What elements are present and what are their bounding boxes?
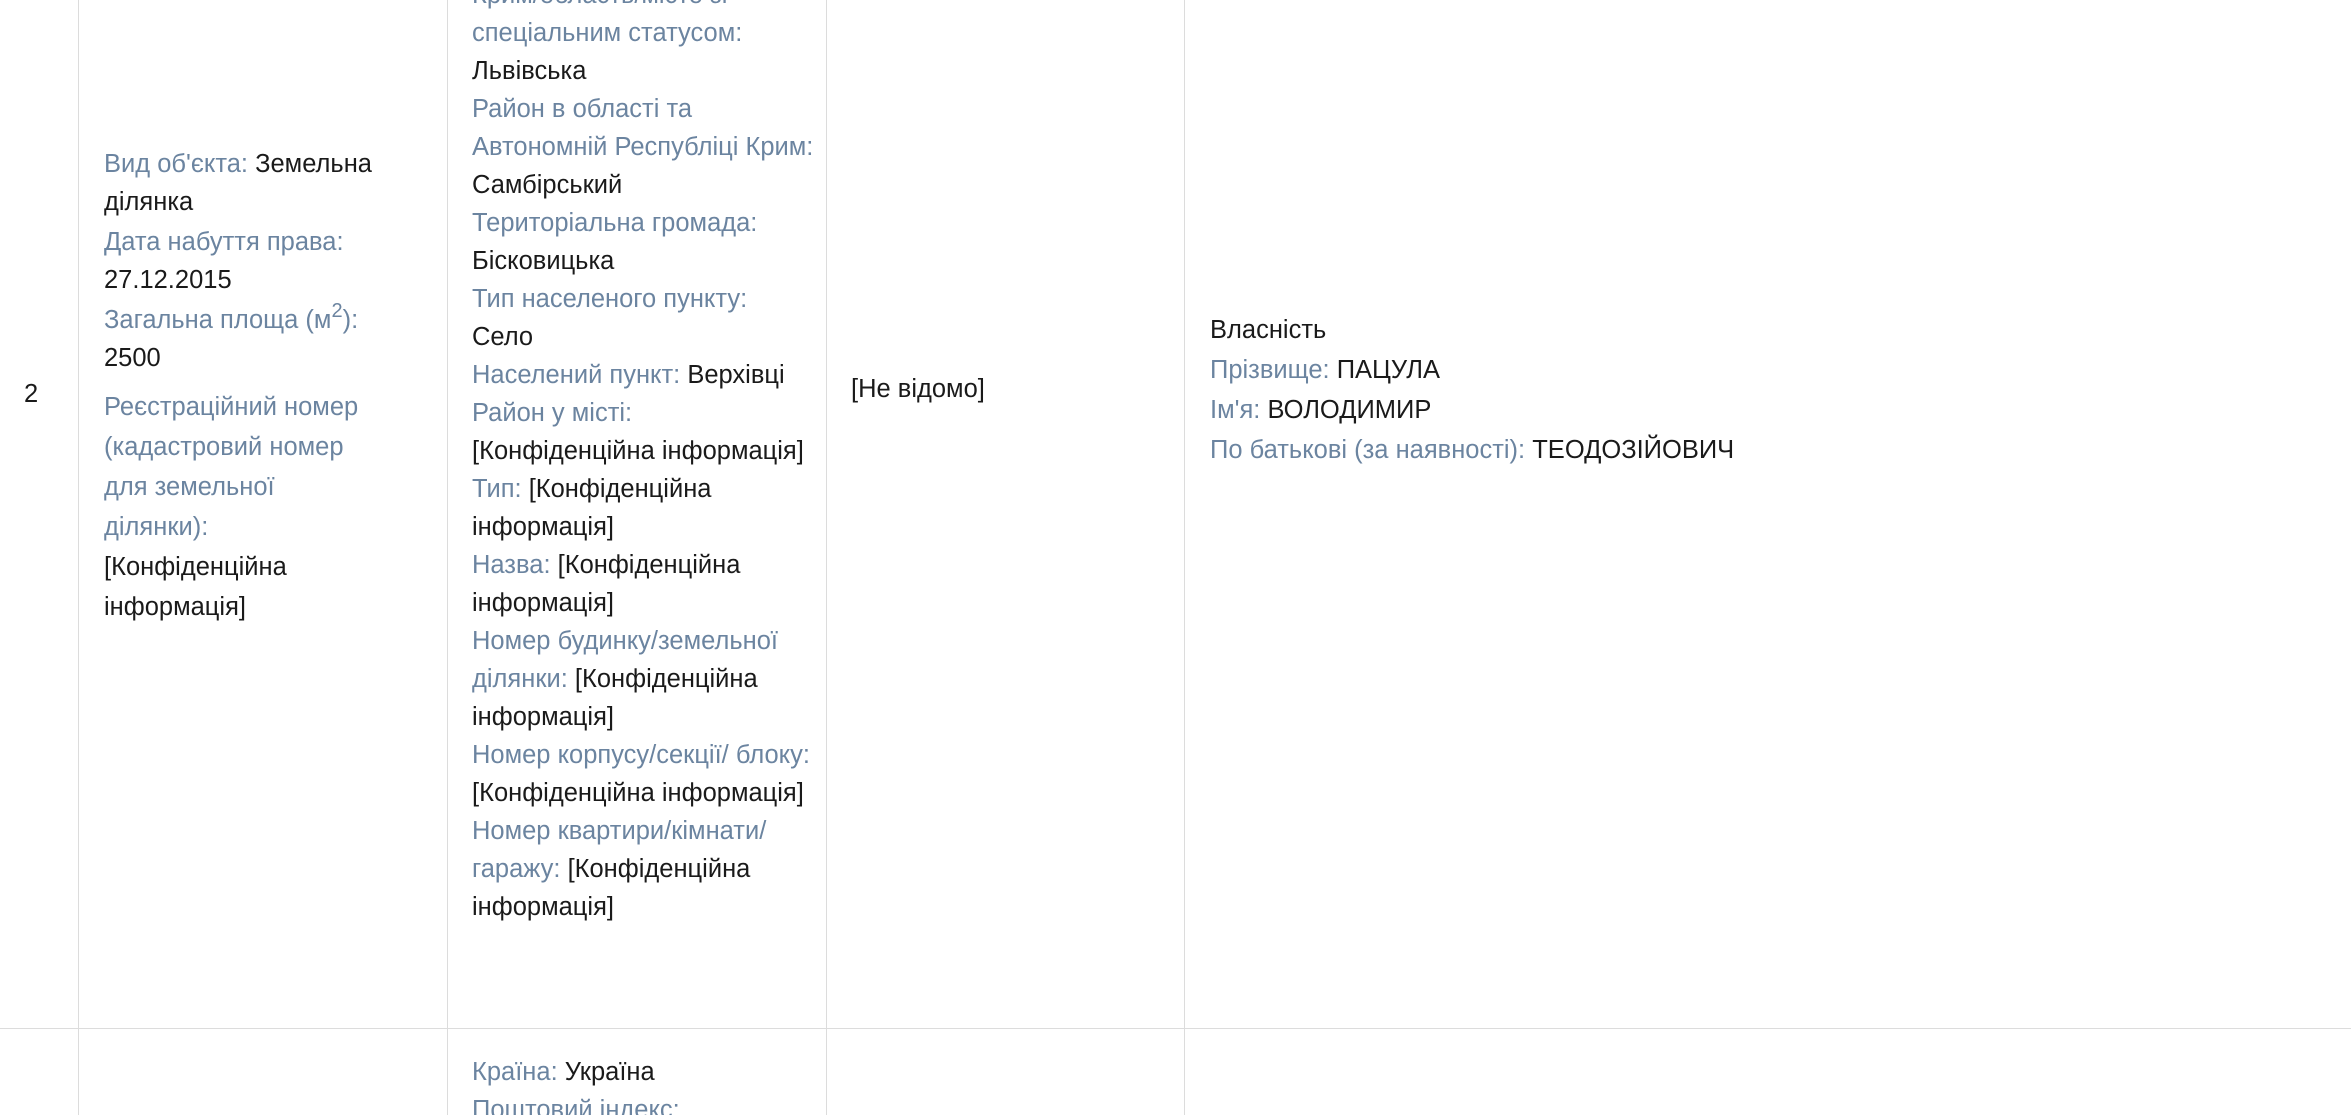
right-holder-info: Власність Прізвище: ПАЦУЛА Ім'я: ВОЛОДИМ… <box>1210 310 1734 470</box>
street-name-label: Назва: <box>472 551 551 579</box>
object-type-label: Вид об'єкта: <box>104 150 248 178</box>
settlement-type-label: Тип населеного пункту: <box>472 285 748 313</box>
country: Країна: Україна <box>472 1053 814 1091</box>
region-label-2: спеціальним статусом: <box>472 19 743 47</box>
row-divider <box>0 1028 2351 1029</box>
cost-value: [Не відомо] <box>851 375 985 403</box>
patronymic: По батькові (за наявності): ТЕОДОЗІЙОВИЧ <box>1210 430 1734 470</box>
city-district: Район у місті: [Конфіденційна інформація… <box>472 394 814 470</box>
settlement: Населений пункт: Верхівці <box>472 356 814 394</box>
address-cell: Крим/область/місто зі спеціальним статус… <box>448 0 827 1115</box>
community-label: Територіальна громада: <box>472 209 758 237</box>
region-label: Крим/область/місто зі <box>472 0 814 14</box>
community: Територіальна громада: Бісковицька <box>472 204 814 280</box>
object-info: Вид об'єкта: Земельна ділянка Дата набут… <box>104 145 404 627</box>
registration-number-value: [Конфіденційна інформація] <box>104 553 287 621</box>
first-name-label: Ім'я: <box>1210 396 1261 424</box>
total-area-label: Загальна площа (м2): <box>104 299 359 335</box>
building-number: Номер корпусу/секції/ блоку: [Конфіденці… <box>472 736 814 812</box>
first-name: Ім'я: ВОЛОДИМИР <box>1210 390 1734 430</box>
settlement-value: Верхівці <box>687 361 785 389</box>
surname-label: Прізвище: <box>1210 356 1330 384</box>
patronymic-value: ТЕОДОЗІЙОВИЧ <box>1532 436 1735 464</box>
object-type: Вид об'єкта: Земельна ділянка <box>104 145 404 221</box>
street-type-label: Тип: <box>472 475 522 503</box>
settlement-type: Тип населеного пункту: Село <box>472 280 814 356</box>
total-area: Загальна площа (м2): 2500 <box>104 301 404 377</box>
district-value: Самбірський <box>472 171 623 199</box>
registration-number-label: Реєстраційний номер (кадастровий номер д… <box>104 393 359 541</box>
surname: Прізвище: ПАЦУЛА <box>1210 350 1734 390</box>
row-number: 2 <box>24 375 38 413</box>
district-label: Район в області та Автономній Республіці… <box>472 95 814 161</box>
row-number-text: 2 <box>24 380 39 408</box>
apartment-number: Номер квартири/кімнати/ гаражу: [Конфіде… <box>472 812 814 926</box>
country-label: Країна: <box>472 1058 558 1086</box>
building-number-label: Номер корпусу/секції/ блоку: <box>472 741 810 769</box>
acquisition-date-label: Дата набуття права: <box>104 228 344 256</box>
region-value: Львівська <box>472 57 587 85</box>
community-value: Бісковицька <box>472 247 615 275</box>
settlement-label: Населений пункт: <box>472 361 681 389</box>
city-district-value: [Конфіденційна інформація] <box>472 437 804 465</box>
house-number: Номер будинку/земельної ділянки: [Конфід… <box>472 622 814 736</box>
row3-address-info: Країна: Україна Поштовий індекс: <box>472 1053 814 1115</box>
postal-code-label: Поштовий індекс: <box>472 1096 680 1115</box>
city-district-label: Район у місті: <box>472 399 633 427</box>
column-divider <box>1184 0 1185 1115</box>
right-kind: Власність <box>1210 316 1327 344</box>
total-area-value: 2500 <box>104 344 161 372</box>
street-type: Тип: [Конфіденційна інформація] <box>472 470 814 546</box>
country-value: Україна <box>564 1058 655 1086</box>
column-divider <box>78 0 79 1115</box>
registration-number: Реєстраційний номер (кадастровий номер д… <box>104 387 374 627</box>
acquisition-date: Дата набуття права: 27.12.2015 <box>104 223 404 299</box>
street-name: Назва: [Конфіденційна інформація] <box>472 546 814 622</box>
acquisition-date-value: 27.12.2015 <box>104 266 232 294</box>
district: Район в області та Автономній Республіці… <box>472 90 814 204</box>
address-info: Крим/область/місто зі спеціальним статус… <box>472 0 814 926</box>
surname-value: ПАЦУЛА <box>1336 356 1441 384</box>
settlement-type-value: Село <box>472 323 534 351</box>
first-name-value: ВОЛОДИМИР <box>1267 396 1432 424</box>
cost-cell: [Не відомо] <box>851 370 985 408</box>
building-number-value: [Конфіденційна інформація] <box>472 779 804 807</box>
patronymic-label: По батькові (за наявності): <box>1210 436 1526 464</box>
